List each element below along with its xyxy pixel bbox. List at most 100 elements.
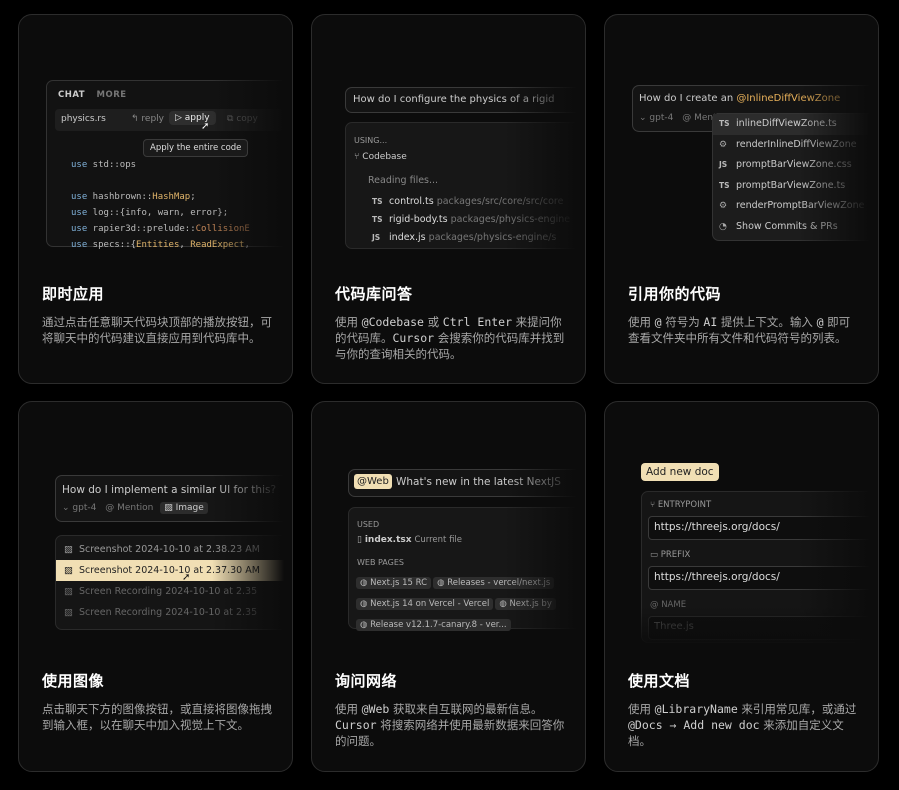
feature-card-reference-code: How do I create an @InlineDiffViewZone ⌄… <box>604 14 879 384</box>
reply-label: reply <box>141 114 165 124</box>
card-title: 引用你的代码 <box>628 285 722 303</box>
using-label: USING... <box>354 136 388 145</box>
code-line: use std::ops <box>71 160 137 170</box>
apply-tooltip-text: Apply the entire code <box>150 143 242 153</box>
mention-item[interactable]: TS inlineDiffViewZone.ts <box>713 114 878 135</box>
copy-icon: ⧉ <box>227 114 234 124</box>
web-results-panel: USED ▯ index.tsx Current file WEB PAGES … <box>348 507 585 631</box>
prefix-input[interactable]: https://threejs.org/docs/ <box>648 566 878 590</box>
code-line: use rapier3d::prelude::CollisionE <box>71 224 250 234</box>
web-page-tag[interactable]: ◍ Release v12.1.7-canary.8 - ver... <box>356 619 511 631</box>
web-page-title: Next.js 15 RC <box>370 578 428 588</box>
question-text: What's new in the latest NextJS <box>396 476 561 488</box>
entrypoint-input[interactable]: https://threejs.org/docs/ <box>648 516 878 540</box>
branch-icon: ⑂ <box>650 500 656 510</box>
image-file-row[interactable]: ▨ Screen Recording 2024-10-10 at 2.35 <box>56 581 292 602</box>
image-file-list: ▨ Screenshot 2024-10-10 at 2.38.23 AM ▨ Scr… <box>55 535 292 630</box>
image-files: ▨ Screenshot 2024-10-10 at 2.38.23 AM ▨ Scr… <box>56 539 292 623</box>
file-path: packages/physics-engine <box>450 214 571 225</box>
file-type-icon: TS <box>372 197 383 206</box>
image-file-row[interactable]: ▨ Screenshot 2024-10-10 at 2.38.23 AM <box>56 539 292 560</box>
copy-button[interactable]: ⧉ copy <box>227 114 258 124</box>
image-icon: ▨ <box>64 565 73 576</box>
codebase-label: Codebase <box>362 152 407 162</box>
image-button[interactable]: ▨ Image <box>160 502 208 514</box>
code-line: use log::{info, warn, error}; <box>71 208 229 218</box>
question-input[interactable]: How do I configure the physics of a rigi… <box>345 87 585 113</box>
web-page-tag[interactable]: ◍ Next.js by <box>495 598 556 610</box>
search-results-panel: USING... ⑂ Codebase Reading files... TS … <box>345 122 585 249</box>
at-icon: @ <box>650 600 659 610</box>
folder-icon: ▭ <box>650 550 659 560</box>
file-name: rigid-body.ts <box>389 214 448 225</box>
web-question-input[interactable]: @Web What's new in the latest NextJS <box>348 469 585 497</box>
reading-files-label: Reading files... <box>368 175 439 186</box>
mention-token: @InlineDiffViewZone <box>736 93 841 104</box>
tab-more[interactable]: MORE <box>97 90 127 100</box>
file-type-icon: TS <box>719 119 730 128</box>
file-row: TS rigid-body.ts packages/physics-engine <box>372 211 570 229</box>
add-new-doc-label: Add new doc <box>646 466 714 478</box>
image-file-name: Screen Recording 2024-10-10 at 2.35 <box>78 607 258 618</box>
image-file-name: Screenshot 2024-10-10 at 2.38.23 AM <box>78 544 260 555</box>
name-input[interactable]: Three.js <box>648 616 878 640</box>
file-type-icon: JS <box>719 160 728 169</box>
name-label: @ NAME <box>650 600 687 610</box>
mention-item-label: inlineDiffViewZone.ts <box>736 118 837 129</box>
image-icon: ▨ <box>64 607 73 618</box>
gear-icon: ⚙ <box>719 201 728 211</box>
feature-card-ask-web: @Web What's new in the latest NextJS USE… <box>311 401 586 772</box>
feature-card-use-images: How do I implement a similar UI for this… <box>18 401 293 772</box>
question-text: How do I create an <box>639 93 737 104</box>
image-icon: ▨ <box>64 586 73 597</box>
card-title: 使用文档 <box>628 672 691 690</box>
add-new-doc-button[interactable]: Add new doc <box>641 463 719 481</box>
image-file-name: Screenshot 2024-10-10 at 2.37.30 AM <box>78 565 260 576</box>
image-file-row[interactable]: ▨ Screenshot 2024-10-10 at 2.37.30 AM ➚ <box>56 560 292 583</box>
question-text: How do I configure the physics of a rigi… <box>353 94 555 105</box>
tab-chat[interactable]: CHAT <box>58 90 85 100</box>
web-page-tag[interactable]: ◍ Next.js 14 on Vercel - Vercel <box>356 598 494 610</box>
image-file-name: Screen Recording 2024-10-10 at 2.35 <box>78 586 258 597</box>
file-path: packages/physics-engine/s <box>428 232 557 243</box>
reply-button[interactable]: ↰ reply <box>131 114 164 124</box>
cursor-icon: ➚ <box>201 121 210 132</box>
features-grid: CHAT MORE physics.rs ↰ reply ▷ apply ⧉ c… <box>0 0 899 790</box>
image-chat-input[interactable]: How do I implement a similar UI for this… <box>55 475 292 522</box>
chevron-down-icon: ⌄ <box>639 113 647 123</box>
mention-item[interactable]: ◔ Show Commits & PRs <box>713 217 878 238</box>
file-type-icon: TS <box>372 215 383 224</box>
card-description: 通过点击任意聊天代码块顶部的播放按钮，可将聊天中的代码建议直接应用到代码库中。 <box>42 315 272 345</box>
web-page-tag[interactable]: ◍ Releases - vercel/next.js <box>433 577 555 589</box>
image-file-row[interactable]: ▨ Screen Recording 2024-10-10 at 2.35 <box>56 602 292 623</box>
file-type-icon: TS <box>719 180 730 190</box>
file-list: TS control.ts packages/src/core/src/core… <box>372 193 570 247</box>
mention-item-label: Show Commits & PRs <box>736 220 838 232</box>
used-file-name: index.tsx <box>364 535 412 545</box>
mention-item-list: TS inlineDiffViewZone.ts ⚙ renderInlineDi… <box>713 114 878 238</box>
file-row: TS control.ts packages/src/core/src/core <box>372 193 570 211</box>
mention-item-label: renderInlineDiffViewZone <box>736 138 857 150</box>
mention-item-label: promptBarViewZone.css <box>736 159 852 170</box>
reply-icon: ↰ <box>131 114 139 124</box>
globe-icon: ◍ <box>437 578 445 588</box>
mention-item[interactable]: ⚙ renderPromptBarViewZone <box>713 196 878 217</box>
used-file: ▯ index.tsx Current file <box>357 535 462 545</box>
card-description: 使用 @ 符号为 AI 提供上下文。输入 @ 即可查看文件夹中所有文件和代码符号… <box>628 315 851 345</box>
web-tag: @Web <box>354 474 392 489</box>
mention-button[interactable]: @ Mention <box>105 503 153 513</box>
mention-item[interactable]: TS promptBarViewZone.ts <box>713 176 878 197</box>
copy-label: copy <box>236 114 258 124</box>
model-select[interactable]: gpt-4 <box>649 113 673 123</box>
mention-item[interactable]: JS promptBarViewZone.css <box>713 155 878 176</box>
model-select[interactable]: gpt-4 <box>72 503 96 513</box>
image-icon: ▨ <box>64 544 73 555</box>
name-placeholder: Three.js <box>654 621 694 632</box>
web-page-title: Next.js by <box>509 599 552 609</box>
web-page-tag[interactable]: ◍ Next.js 15 RC <box>356 577 432 589</box>
code-line: use hashbrown::HashMap; <box>71 192 196 202</box>
mention-item[interactable]: ⚙ renderInlineDiffViewZone <box>713 135 878 156</box>
code-block-header: physics.rs ↰ reply ▷ apply ⧉ copy ➚ <box>55 109 292 132</box>
web-pages-label: WEB PAGES <box>357 558 404 567</box>
